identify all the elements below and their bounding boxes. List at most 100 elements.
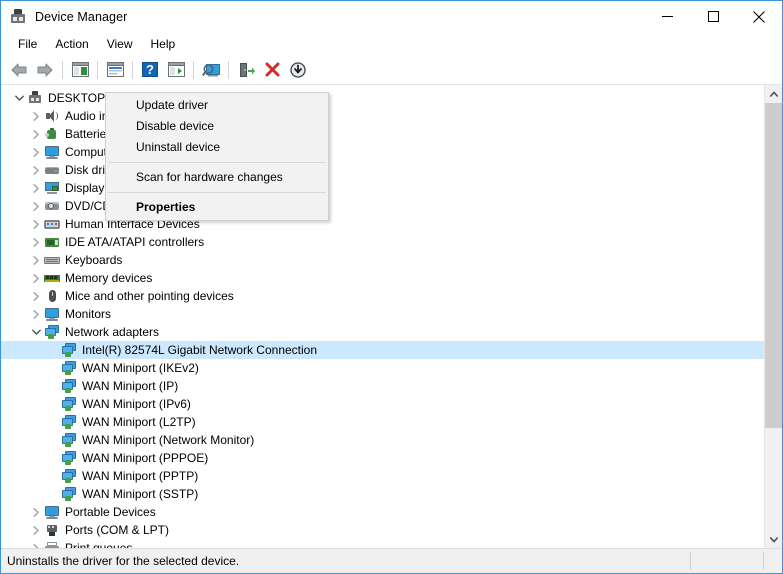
chevron-down-icon[interactable] bbox=[11, 90, 27, 106]
tree-item[interactable]: WAN Miniport (SSTP) bbox=[1, 485, 764, 503]
uninstall-device-button[interactable] bbox=[259, 58, 285, 82]
menu-help[interactable]: Help bbox=[142, 34, 185, 54]
tree-item[interactable]: Intel(R) 82574L Gigabit Network Connecti… bbox=[1, 341, 764, 359]
scan-for-hardware-changes-button[interactable] bbox=[198, 58, 224, 82]
tree-item[interactable]: Keyboards bbox=[1, 251, 764, 269]
tree-item[interactable]: WAN Miniport (IKEv2) bbox=[1, 359, 764, 377]
chevron-right-icon[interactable] bbox=[28, 288, 44, 304]
ide-controller-icon bbox=[44, 234, 60, 250]
monitor-icon bbox=[44, 306, 60, 322]
scroll-up-button[interactable] bbox=[765, 85, 782, 102]
chevron-right-icon[interactable] bbox=[28, 126, 44, 142]
tree-item[interactable]: Mice and other pointing devices bbox=[1, 287, 764, 305]
tree-item[interactable]: WAN Miniport (PPTP) bbox=[1, 467, 764, 485]
mouse-icon bbox=[44, 288, 60, 304]
back-button[interactable] bbox=[6, 58, 32, 82]
network-adapter-icon bbox=[61, 486, 77, 502]
vertical-scrollbar[interactable] bbox=[764, 85, 782, 548]
close-button[interactable] bbox=[736, 1, 782, 32]
show-hide-console-tree-button[interactable] bbox=[67, 58, 93, 82]
minimize-button[interactable] bbox=[644, 1, 690, 32]
chevron-right-icon[interactable] bbox=[28, 252, 44, 268]
tree-item[interactable]: Print queues bbox=[1, 539, 764, 548]
chevron-right-icon[interactable] bbox=[28, 234, 44, 250]
status-bar: Uninstalls the driver for the selected d… bbox=[1, 548, 782, 573]
tree-item-label: WAN Miniport (PPPOE) bbox=[82, 451, 209, 465]
context-menu[interactable]: Update driver Disable device Uninstall dev… bbox=[105, 92, 329, 221]
network-adapter-icon bbox=[61, 396, 77, 412]
chevron-right-icon[interactable] bbox=[28, 540, 44, 548]
keyboard-icon bbox=[44, 252, 60, 268]
speaker-icon bbox=[44, 108, 60, 124]
chevron-right-icon[interactable] bbox=[28, 180, 44, 196]
tree-item-label: Portable Devices bbox=[65, 505, 156, 519]
menu-file[interactable]: File bbox=[9, 34, 46, 54]
context-menu-item[interactable]: Uninstall device bbox=[106, 137, 328, 158]
scroll-down-button[interactable] bbox=[765, 531, 782, 548]
help-button[interactable]: ? bbox=[137, 58, 163, 82]
chevron-down-icon[interactable] bbox=[28, 324, 44, 340]
update-driver-button[interactable] bbox=[233, 58, 259, 82]
context-menu-item[interactable]: Properties bbox=[106, 197, 328, 218]
chevron-right-icon[interactable] bbox=[28, 198, 44, 214]
chevron-right-icon[interactable] bbox=[28, 108, 44, 124]
tree-item-label: WAN Miniport (SSTP) bbox=[82, 487, 199, 501]
tree-item[interactable]: Monitors bbox=[1, 305, 764, 323]
chevron-right-icon[interactable] bbox=[28, 216, 44, 232]
tree-item[interactable]: Memory devices bbox=[1, 269, 764, 287]
show-hide-action-pane-button[interactable] bbox=[163, 58, 189, 82]
menu-view[interactable]: View bbox=[98, 34, 142, 54]
computer-icon bbox=[27, 90, 43, 106]
tree-item-label: Print queues bbox=[65, 541, 133, 548]
tree-item-label: Intel(R) 82574L Gigabit Network Connecti… bbox=[82, 343, 318, 357]
status-bar-text: Uninstalls the driver for the selected d… bbox=[7, 554, 240, 568]
tree-item[interactable]: IDE ATA/ATAPI controllers bbox=[1, 233, 764, 251]
toolbar: ? bbox=[1, 55, 782, 85]
tree-item[interactable]: Ports (COM & LPT) bbox=[1, 521, 764, 539]
context-menu-item[interactable]: Scan for hardware changes bbox=[106, 167, 328, 188]
network-adapter-icon bbox=[61, 378, 77, 394]
tree-item[interactable]: WAN Miniport (Network Monitor) bbox=[1, 431, 764, 449]
menu-action[interactable]: Action bbox=[46, 34, 97, 54]
memory-icon bbox=[44, 270, 60, 286]
tree-item[interactable]: Network adapters bbox=[1, 323, 764, 341]
chevron-right-icon[interactable] bbox=[28, 522, 44, 538]
tree-item[interactable]: WAN Miniport (IPv6) bbox=[1, 395, 764, 413]
tree-item-label: Keyboards bbox=[65, 253, 123, 267]
chevron-right-icon[interactable] bbox=[28, 144, 44, 160]
tree-item-label: WAN Miniport (IKEv2) bbox=[82, 361, 199, 375]
chevron-right-icon[interactable] bbox=[28, 504, 44, 520]
maximize-button[interactable] bbox=[690, 1, 736, 32]
chevron-right-icon[interactable] bbox=[28, 162, 44, 178]
context-menu-item[interactable]: Update driver bbox=[106, 95, 328, 116]
tree-item[interactable]: WAN Miniport (IP) bbox=[1, 377, 764, 395]
properties-button[interactable] bbox=[102, 58, 128, 82]
tree-item[interactable]: WAN Miniport (L2TP) bbox=[1, 413, 764, 431]
scrollbar-thumb[interactable] bbox=[765, 103, 782, 428]
network-adapter-icon bbox=[61, 450, 77, 466]
network-adapter-icon bbox=[61, 432, 77, 448]
battery-icon bbox=[44, 126, 60, 142]
forward-button[interactable] bbox=[32, 58, 58, 82]
network-adapter-icon bbox=[61, 342, 77, 358]
disable-device-button[interactable] bbox=[285, 58, 311, 82]
device-manager-icon bbox=[10, 8, 28, 26]
tree-item-label: WAN Miniport (L2TP) bbox=[82, 415, 196, 429]
toolbar-separator bbox=[62, 60, 63, 79]
context-menu-item[interactable]: Disable device bbox=[106, 116, 328, 137]
status-bar-divider bbox=[763, 552, 764, 570]
tree-item-label: Mice and other pointing devices bbox=[65, 289, 234, 303]
dvd-drive-icon bbox=[44, 198, 60, 214]
tree-item[interactable]: Portable Devices bbox=[1, 503, 764, 521]
svg-text:?: ? bbox=[146, 62, 154, 77]
toolbar-separator bbox=[97, 60, 98, 79]
tree-item[interactable]: WAN Miniport (PPPOE) bbox=[1, 449, 764, 467]
toolbar-separator bbox=[228, 60, 229, 79]
window-title: Device Manager bbox=[35, 10, 128, 24]
chevron-right-icon[interactable] bbox=[28, 306, 44, 322]
chevron-right-icon[interactable] bbox=[28, 270, 44, 286]
